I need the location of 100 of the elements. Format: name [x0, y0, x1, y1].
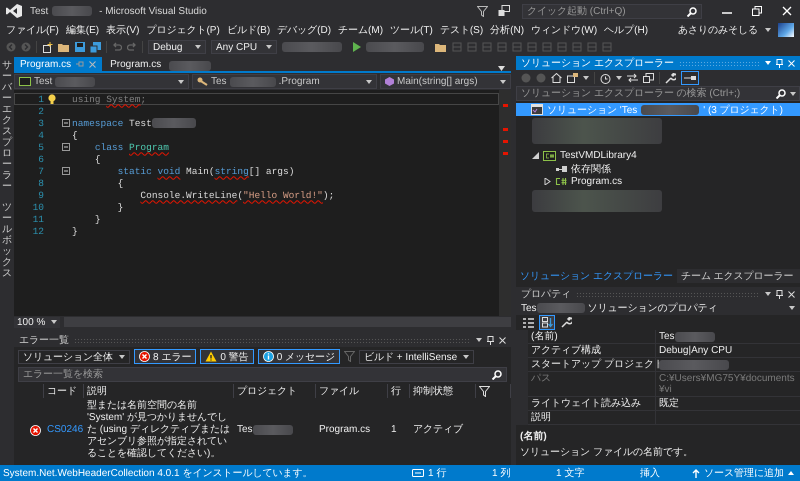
csharp-file-icon: [555, 177, 567, 186]
side-tab[interactable]: ツールボックス: [2, 202, 12, 279]
source-dropdown[interactable]: ビルド + IntelliSense: [359, 350, 474, 364]
preview-button[interactable]: [681, 71, 699, 85]
tab-list-dropdown-icon[interactable]: [498, 66, 505, 71]
panel-tab[interactable]: ソリューション エクスプローラー: [516, 269, 677, 283]
document-tab[interactable]: Program.cs: [104, 57, 168, 71]
collapse-icon[interactable]: [62, 167, 70, 175]
folder-icon[interactable]: [435, 42, 447, 52]
feedback-icon[interactable]: [498, 5, 510, 17]
menu-item[interactable]: ファイル(F): [6, 23, 59, 37]
caret-up-icon[interactable]: [788, 471, 794, 475]
line-number: 11: [32, 214, 44, 224]
caret-icon[interactable]: [790, 92, 796, 96]
line-indicator: 1 行: [428, 467, 448, 480]
upload-arrow-icon: [692, 468, 700, 478]
home-icon[interactable]: [551, 73, 562, 83]
close-icon[interactable]: [499, 336, 506, 344]
code-line: namespace Test: [72, 118, 152, 128]
tree-item[interactable]: Program.cs: [516, 175, 800, 188]
filter-toggle-button[interactable]: 8 エラー: [134, 349, 196, 364]
side-tab[interactable]: サーバーエクスプローラー: [2, 60, 12, 192]
restore-icon[interactable]: [752, 6, 762, 16]
code-line: {: [72, 130, 78, 140]
configuration-dropdown[interactable]: Debug: [148, 40, 206, 54]
error-code-link[interactable]: CS0246: [47, 424, 84, 436]
wrench-icon: [560, 317, 572, 328]
blurred-text: [55, 76, 96, 86]
line-number: 7: [37, 166, 44, 176]
collapse-icon[interactable]: [62, 143, 70, 151]
column-header[interactable]: 説明: [84, 384, 234, 398]
property-value[interactable]: Debug|Any CPU: [659, 345, 732, 356]
collapse-all-icon[interactable]: [643, 73, 654, 83]
alphabetical-sort-button[interactable]: [539, 315, 555, 330]
undo-icon[interactable]: [112, 42, 122, 52]
menu-item[interactable]: チーム(M): [338, 23, 384, 37]
search-icon: [687, 6, 697, 16]
open-folder-icon[interactable]: [58, 42, 70, 52]
tree-item[interactable]: 依存関係: [516, 162, 800, 175]
line-number: 12: [32, 226, 44, 236]
history-icon[interactable]: [600, 72, 611, 84]
error-marker: [503, 140, 508, 143]
collapsed-arrow-icon[interactable]: [544, 178, 551, 185]
menu-item[interactable]: ビルド(B): [226, 23, 270, 37]
menu-item[interactable]: ヘルプ(H): [604, 23, 648, 37]
column-header[interactable]: 行: [388, 384, 410, 398]
redo-icon[interactable]: [127, 42, 137, 52]
new-project-icon[interactable]: [42, 42, 53, 52]
start-icon[interactable]: [353, 42, 361, 52]
menu-item[interactable]: 表示(V): [106, 23, 140, 37]
switch-views-icon[interactable]: [567, 73, 578, 83]
menu-item[interactable]: ツール(T): [390, 23, 433, 37]
collapse-icon[interactable]: [62, 119, 70, 127]
menu-item[interactable]: 分析(N): [490, 23, 524, 37]
menu-item[interactable]: 編集(E): [66, 23, 100, 37]
save-all-icon[interactable]: [90, 42, 101, 52]
column-header[interactable]: 抑制状態: [410, 384, 476, 398]
search-field[interactable]: エラー一覧を検索: [18, 367, 507, 382]
caret-icon[interactable]: [765, 61, 771, 65]
avatar-icon[interactable]: [778, 23, 794, 37]
zoom-dropdown[interactable]: 100 %: [14, 316, 60, 328]
window-title: - Microsoft Visual Studio: [98, 6, 207, 16]
type-dropdown[interactable]: Tes .Program: [192, 74, 377, 89]
scope-dropdown[interactable]: ソリューション全体: [18, 350, 130, 364]
menu-item[interactable]: ウィンドウ(W): [531, 23, 598, 37]
member-dropdown[interactable]: Main(string[] args): [380, 74, 511, 89]
column-header[interactable]: コード: [44, 384, 84, 398]
property-value[interactable]: Tes: [659, 331, 675, 342]
source-control-button[interactable]: ソース管理に追加: [704, 466, 784, 480]
error-row[interactable]: CS0246 型または名前空間の名前 'System' が見つかりませんでした (using ディレクティブまたはアセンブリ参照が指定されていることを確認してください)。 Tes Program.cs 1 アクティブ: [14, 398, 511, 462]
platform-dropdown[interactable]: Any CPU: [211, 40, 277, 54]
tree-item[interactable]: TestVMDLibrary4: [516, 149, 800, 162]
expanded-arrow-icon[interactable]: [532, 152, 539, 159]
menu-item[interactable]: デバッグ(D): [277, 23, 332, 37]
menu-item[interactable]: テスト(S): [440, 23, 484, 37]
caret-icon: [500, 80, 506, 84]
blurred-text: [536, 303, 585, 313]
panel-tab[interactable]: チーム エクスプローラー: [676, 269, 798, 283]
filter-toggle-button[interactable]: 0 警告: [200, 349, 254, 364]
column-header[interactable]: ファイル: [316, 384, 388, 398]
menu-item[interactable]: プロジェクト(P): [146, 23, 220, 37]
quick-launch-field[interactable]: クイック起動 (Ctrl+Q): [522, 4, 702, 18]
account-name[interactable]: あさりのみそしる: [678, 23, 758, 37]
search-field[interactable]: ソリューション エクスプローラー の検索 (Ctrl+;): [516, 86, 800, 101]
lightbulb-icon[interactable]: [48, 94, 56, 104]
column-header[interactable]: プロジェクト: [234, 384, 316, 398]
filter-icon[interactable]: [477, 6, 488, 16]
wrench-icon[interactable]: [665, 72, 676, 84]
object-dropdown[interactable]: Tes ソリューションのプロパティ: [516, 301, 800, 315]
filter-toggle-button[interactable]: 0 メッセージ: [258, 349, 340, 364]
sync-icon[interactable]: [627, 73, 638, 83]
scrollbar[interactable]: [499, 90, 511, 316]
save-icon[interactable]: [75, 42, 85, 52]
horizontal-scrollbar[interactable]: [64, 317, 511, 327]
property-value[interactable]: 既定: [659, 398, 679, 409]
caret-icon: [583, 76, 589, 80]
caret-icon: [765, 28, 771, 32]
caret-icon: [616, 76, 622, 80]
close-icon[interactable]: [788, 290, 795, 298]
project-dropdown[interactable]: Test: [14, 74, 189, 89]
